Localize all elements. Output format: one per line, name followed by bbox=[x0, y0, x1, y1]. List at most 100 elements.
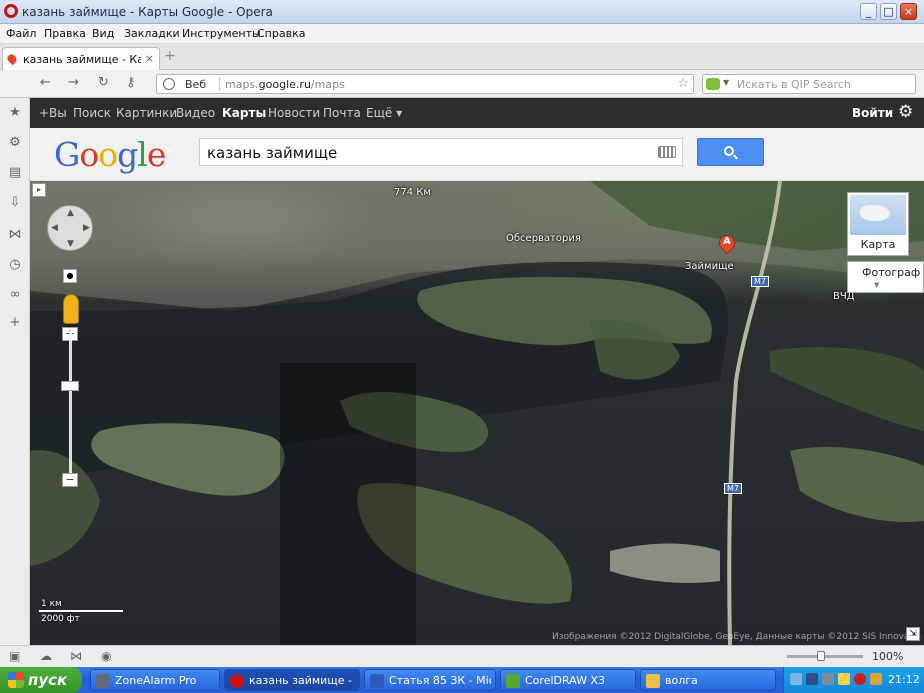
search-button[interactable] bbox=[697, 138, 764, 166]
tab-google-maps[interactable]: казань займище - Карт... × bbox=[2, 47, 160, 70]
back-arrow-icon[interactable]: ← bbox=[40, 76, 51, 90]
gbar-maps[interactable]: Карты bbox=[222, 106, 266, 120]
page-zoom-slider[interactable] bbox=[787, 651, 863, 661]
network-icon[interactable] bbox=[790, 673, 802, 685]
photos-label: Фотограф bbox=[862, 266, 921, 279]
pan-right-icon[interactable]: ▶ bbox=[83, 224, 90, 233]
pan-left-icon[interactable]: ◀ bbox=[51, 224, 58, 233]
location-marker[interactable]: A bbox=[715, 231, 739, 257]
windows-logo-icon bbox=[8, 672, 24, 688]
bookmarks-star-icon[interactable]: ★ bbox=[8, 106, 22, 120]
map-scale: 1 км 2000 фт bbox=[37, 599, 125, 625]
maximize-button[interactable]: □ bbox=[880, 3, 897, 20]
web-label: Веб bbox=[185, 78, 207, 91]
photos-button[interactable]: Фотограф ▼ bbox=[847, 261, 924, 293]
coreldraw-icon bbox=[506, 674, 520, 688]
minimize-button[interactable]: _ bbox=[860, 3, 877, 20]
monitor-icon[interactable] bbox=[806, 673, 818, 685]
system-tray: 21:12 bbox=[783, 667, 924, 693]
reload-icon[interactable]: ↻ bbox=[98, 76, 109, 90]
panel-toggle-icon[interactable]: ▣ bbox=[9, 650, 20, 662]
login-link[interactable]: Войти bbox=[852, 106, 893, 120]
qip-search-input[interactable]: ▼ Искать в QIP Search bbox=[702, 74, 916, 94]
expand-map-button[interactable]: ⇲ bbox=[906, 627, 920, 641]
gbar-news[interactable]: Новости bbox=[268, 106, 320, 120]
map-type-label: Карта bbox=[860, 238, 896, 251]
downloads-icon[interactable]: ⇩ bbox=[8, 196, 22, 210]
menu-edit[interactable]: Правка bbox=[44, 27, 86, 40]
marker-letter: A bbox=[723, 236, 731, 247]
zoom-reset-button[interactable]: ● bbox=[63, 269, 77, 283]
close-tab-button[interactable]: × bbox=[145, 52, 154, 65]
address-bar[interactable]: Веб maps.google.ru/maps ☆ bbox=[156, 74, 694, 94]
google-logo[interactable]: Google bbox=[54, 135, 166, 174]
pegman-street-view-icon[interactable] bbox=[63, 294, 79, 324]
volume-icon[interactable] bbox=[822, 673, 834, 685]
close-window-button[interactable]: × bbox=[900, 3, 917, 20]
map-label-km: 774 Км bbox=[394, 187, 431, 198]
gbar-more[interactable]: Ещё ▾ bbox=[366, 106, 402, 120]
taskbar-item-label: волга bbox=[665, 674, 698, 687]
forward-arrow-icon[interactable]: → bbox=[68, 76, 79, 90]
taskbar-item-opera[interactable]: казань займище - ... bbox=[224, 669, 360, 691]
gear-icon[interactable]: ⚙ bbox=[898, 102, 913, 122]
taskbar-item-label: Статья 85 ЗК - Micr... bbox=[389, 674, 491, 687]
road-sign-m7-top: M7 bbox=[751, 276, 769, 287]
start-button[interactable]: пуск bbox=[0, 667, 82, 693]
key-icon[interactable]: ⚷ bbox=[126, 76, 136, 90]
map-type-button[interactable]: Карта bbox=[847, 192, 909, 256]
scale-bar bbox=[39, 610, 123, 612]
settings-gear-icon[interactable]: ⚙ bbox=[8, 136, 22, 150]
keyboard-icon[interactable] bbox=[658, 146, 676, 158]
gbar-video[interactable]: Видео bbox=[176, 106, 215, 120]
menu-help[interactable]: Справка bbox=[257, 27, 305, 40]
notes-icon[interactable]: ▤ bbox=[8, 166, 22, 180]
zoom-out-button[interactable]: − bbox=[62, 473, 78, 487]
speed-dial-icon[interactable]: ◉ bbox=[101, 650, 111, 662]
globe-icon bbox=[163, 78, 175, 90]
scale-km: 1 км bbox=[41, 599, 62, 609]
menu-view[interactable]: Вид bbox=[92, 27, 114, 40]
gbar-images[interactable]: Картинки bbox=[116, 106, 177, 120]
add-panel-icon[interactable]: + bbox=[8, 316, 22, 330]
menu-tools[interactable]: Инструменты bbox=[182, 27, 261, 40]
zoom-slider-track[interactable] bbox=[69, 331, 72, 481]
gbar-mail[interactable]: Почта bbox=[323, 106, 361, 120]
menu-bar: Файл Правка Вид Закладки Инструменты Спр… bbox=[0, 24, 924, 44]
links-icon[interactable]: ⋈ bbox=[8, 228, 22, 242]
gbar-plus-you[interactable]: +Вы bbox=[39, 106, 67, 120]
url-text[interactable]: maps.google.ru/maps bbox=[225, 78, 345, 91]
satellite-map[interactable]: ▸ ▲ ▼ ◀ ▶ ● + − 774 Км Обсерватория Займ… bbox=[30, 181, 924, 645]
page-zoom-percent[interactable]: 100% bbox=[872, 650, 903, 663]
share-icon[interactable]: ⋈ bbox=[70, 650, 82, 662]
status-bar: ▣ ☁ ⋈ ◉ 100% bbox=[0, 645, 924, 667]
new-tab-button[interactable]: + bbox=[164, 49, 178, 65]
cloud-icon[interactable]: ☁ bbox=[40, 650, 52, 662]
taskbar-item-zonealarm[interactable]: ZoneAlarm Pro bbox=[90, 669, 220, 691]
menu-file[interactable]: Файл bbox=[6, 27, 36, 40]
link-chain-icon[interactable]: ∞ bbox=[8, 288, 22, 302]
taskbar-item-coreldraw[interactable]: CorelDRAW X3 bbox=[500, 669, 636, 691]
zoom-slider-handle[interactable] bbox=[61, 381, 79, 391]
security-tray-icon[interactable] bbox=[870, 673, 882, 685]
road-sign-m7-bottom: M7 bbox=[724, 483, 742, 494]
pan-up-icon[interactable]: ▲ bbox=[67, 209, 74, 218]
photos-dropdown-icon: ▼ bbox=[874, 281, 880, 289]
page-zoom-handle[interactable] bbox=[817, 651, 825, 661]
search-engine-dropdown-icon[interactable]: ▼ bbox=[723, 78, 729, 87]
hide-panel-button[interactable]: ▸ bbox=[32, 183, 46, 197]
clock: 21:12 bbox=[888, 673, 920, 686]
word-document-icon bbox=[370, 674, 384, 688]
language-ru-icon[interactable] bbox=[854, 673, 866, 685]
window-title: казань займище - Карты Google - Opera bbox=[22, 5, 273, 19]
pan-control[interactable]: ▲ ▼ ◀ ▶ bbox=[47, 205, 93, 251]
history-clock-icon[interactable]: ◷ bbox=[8, 258, 22, 272]
gbar-search[interactable]: Поиск bbox=[73, 106, 111, 120]
bookmark-star-icon[interactable]: ☆ bbox=[677, 76, 689, 91]
menu-bookmarks[interactable]: Закладки bbox=[124, 27, 180, 40]
pan-down-icon[interactable]: ▼ bbox=[67, 240, 74, 249]
taskbar-item-word[interactable]: Статья 85 ЗК - Micr... bbox=[364, 669, 496, 691]
search-input[interactable]: казань займище bbox=[199, 138, 683, 166]
taskbar-item-folder[interactable]: волга bbox=[640, 669, 776, 691]
zonealarm-tray-icon[interactable] bbox=[838, 673, 850, 685]
